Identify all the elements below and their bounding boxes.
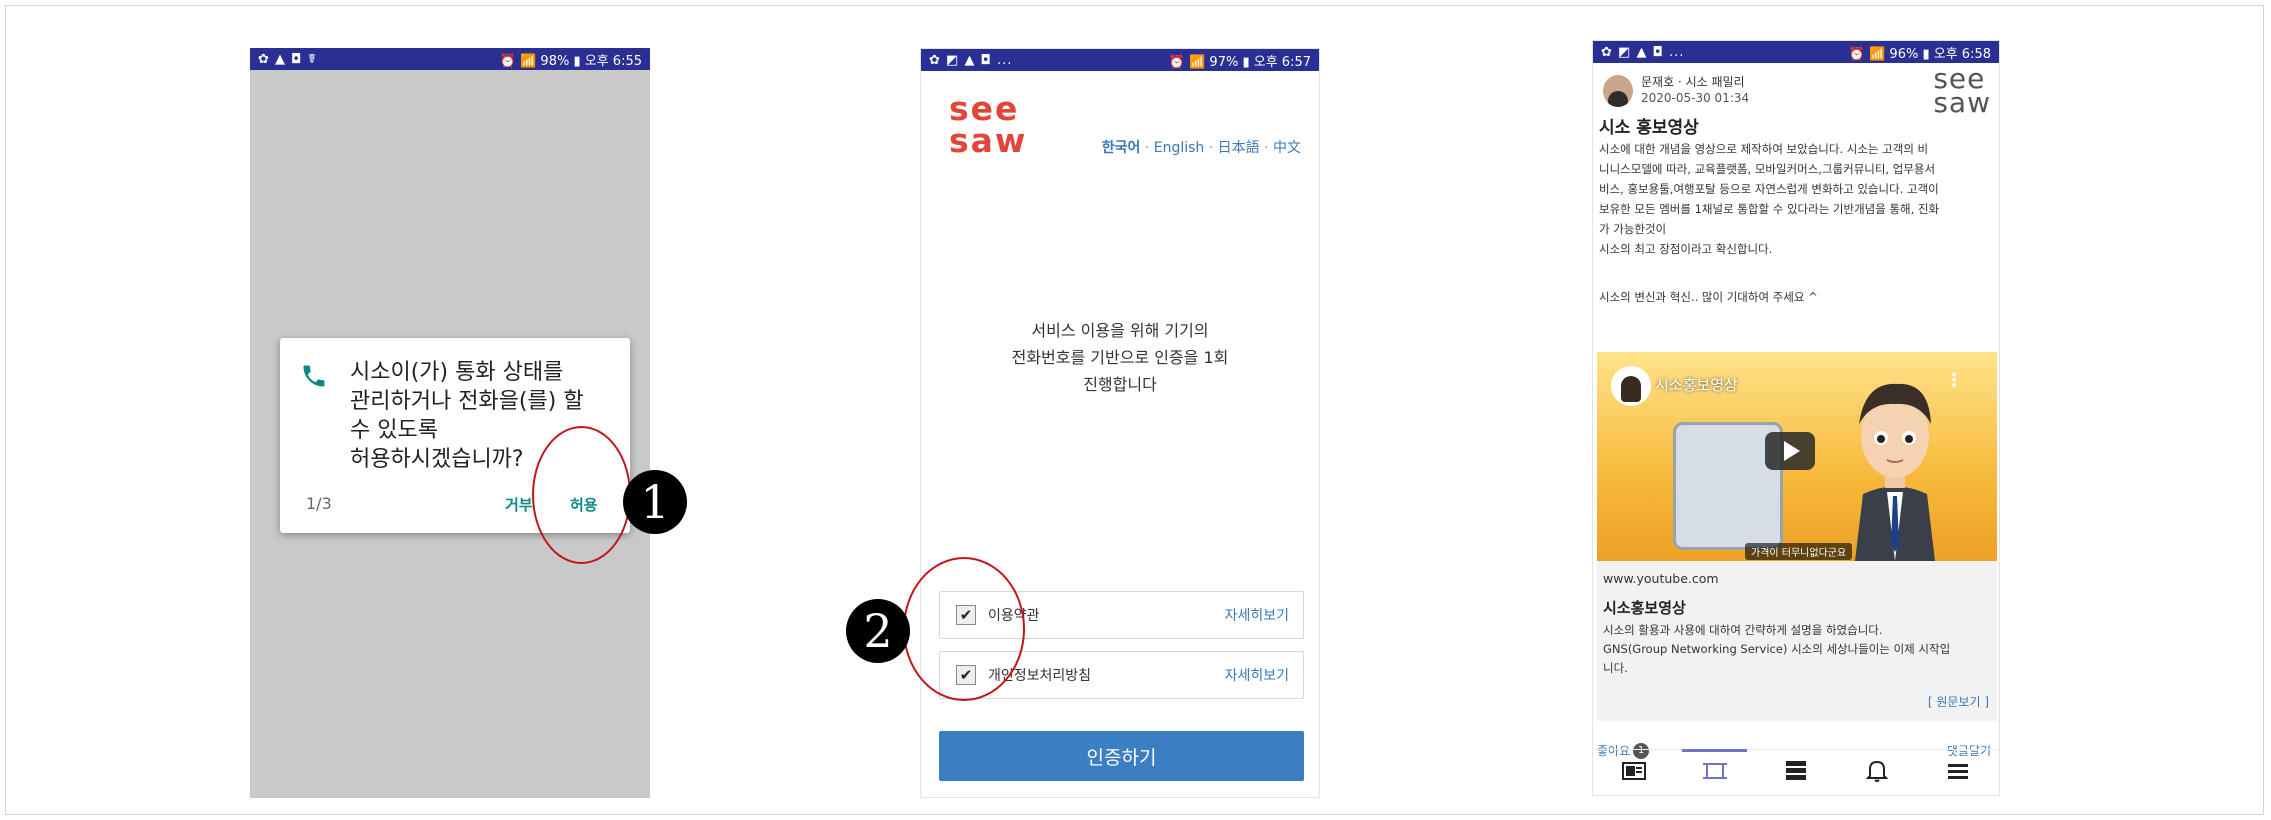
lang-separator: · xyxy=(1259,140,1273,156)
status-left: ✿ ▲ ◘ ☤ xyxy=(258,51,318,67)
status-right: ⏰ 📶 97% ▮ 오후 6:57 xyxy=(1168,54,1311,70)
link-title: 시소홍보영상 xyxy=(1603,599,1686,617)
link-description: 시소의 활용과 사용에 대하여 간략하게 설명을 하였습니다. GNS(Grou… xyxy=(1603,623,1951,675)
highlight-ring-1 xyxy=(532,426,631,564)
post-note: 시소의 변신과 혁신.. 많이 기대하여 주세요 ^ xyxy=(1599,290,1818,304)
post-date: 2020-05-30 01:34 xyxy=(1641,91,1750,105)
logo-line-2: saw xyxy=(1933,86,1991,119)
lang-japanese[interactable]: 日本語 xyxy=(1218,140,1260,156)
menu-icon xyxy=(1948,764,1969,779)
post-title: 시소 홍보영상 xyxy=(1599,118,1699,138)
phone-icon xyxy=(303,365,325,387)
step-number-2: 2 xyxy=(846,599,910,663)
seesaw-logo: see saw xyxy=(949,92,1028,160)
tab-menu[interactable] xyxy=(1918,750,1999,792)
terms-detail-link[interactable]: 자세히보기 xyxy=(1225,605,1289,625)
video-thumbnail[interactable]: 시소홍보영상 ⋮ 가격이 터무니없다군요 xyxy=(1597,352,1997,561)
link-url: www.youtube.com xyxy=(1603,571,1719,586)
man-illustration xyxy=(1855,383,1935,561)
bell-icon xyxy=(1866,760,1889,782)
lang-separator: · xyxy=(1140,140,1154,156)
tab-feed[interactable] xyxy=(1674,749,1755,792)
server-icon xyxy=(1786,761,1806,780)
dialog-counter: 1/3 xyxy=(306,494,332,513)
frame-icon xyxy=(1702,763,1727,779)
status-bar: ✿ ◩ ▲ ◘ ... ⏰ 📶 96% ▮ 오후 6:58 xyxy=(1593,41,1999,63)
avatar[interactable] xyxy=(1603,75,1633,107)
tab-server[interactable] xyxy=(1755,750,1836,792)
tab-news[interactable] xyxy=(1593,750,1674,792)
service-message: 서비스 이용을 위해 기기의 전화번호를 기반으로 인증을 1회 진행합니다 xyxy=(1011,321,1229,394)
auth-button[interactable]: 인증하기 xyxy=(939,731,1304,781)
lang-korean[interactable]: 한국어 xyxy=(1102,140,1141,156)
bottom-tab-bar xyxy=(1593,749,1999,792)
tab-notifications[interactable] xyxy=(1837,750,1918,792)
channel-avatar xyxy=(1611,366,1651,406)
lang-english[interactable]: English xyxy=(1154,140,1205,156)
status-left: ✿ ◩ ▲ ◘ ... xyxy=(1601,44,1685,60)
news-icon xyxy=(1621,762,1646,780)
highlight-ring-2 xyxy=(903,557,1025,701)
language-selector: 한국어 · English · 日本語 · 中文 xyxy=(1102,137,1301,157)
view-original-link[interactable]: [ 원문보기 ] xyxy=(1928,693,1989,710)
status-right: ⏰ 📶 96% ▮ 오후 6:58 xyxy=(1848,46,1991,62)
status-left: ✿ ◩ ▲ ◘ ... xyxy=(929,52,1013,68)
post-author[interactable]: 문재호 · 시소 패밀리 xyxy=(1641,73,1745,90)
lang-chinese[interactable]: 中文 xyxy=(1273,140,1301,156)
step-number-1: 1 xyxy=(623,470,687,534)
link-preview[interactable]: www.youtube.com 시소홍보영상 시소의 활용과 사용에 대하여 간… xyxy=(1597,561,1997,721)
post-body: 시소에 대한 개념을 영상으로 제작하여 보았습니다. 시소는 고객의 비 니니… xyxy=(1599,142,1940,256)
status-right: ⏰ 📶 98% ▮ 오후 6:55 xyxy=(499,53,642,69)
phone-feed-screen: ✿ ◩ ▲ ◘ ... ⏰ 📶 96% ▮ 오후 6:58 문재호 · 시소 패… xyxy=(1592,40,2000,796)
privacy-label: 개인정보처리방침 xyxy=(988,668,1092,684)
deny-button[interactable]: 거부 xyxy=(505,494,533,515)
phone-permission-screen: ✿ ▲ ◘ ☤ ⏰ 📶 98% ▮ 오후 6:55 시소이(가) 통화 상태를 … xyxy=(250,48,650,798)
status-bar: ✿ ◩ ▲ ◘ ... ⏰ 📶 97% ▮ 오후 6:57 xyxy=(921,49,1319,71)
logo-line-2: saw xyxy=(949,121,1028,160)
play-icon[interactable] xyxy=(1765,432,1815,470)
privacy-detail-link[interactable]: 자세히보기 xyxy=(1225,665,1289,685)
seesaw-logo: see saw xyxy=(1933,65,1991,119)
lang-separator: · xyxy=(1204,140,1218,156)
video-title: 시소홍보영상 xyxy=(1655,376,1738,394)
video-caption: 가격이 터무니없다군요 xyxy=(1745,543,1853,560)
status-bar: ✿ ▲ ◘ ☤ ⏰ 📶 98% ▮ 오후 6:55 xyxy=(250,48,650,70)
